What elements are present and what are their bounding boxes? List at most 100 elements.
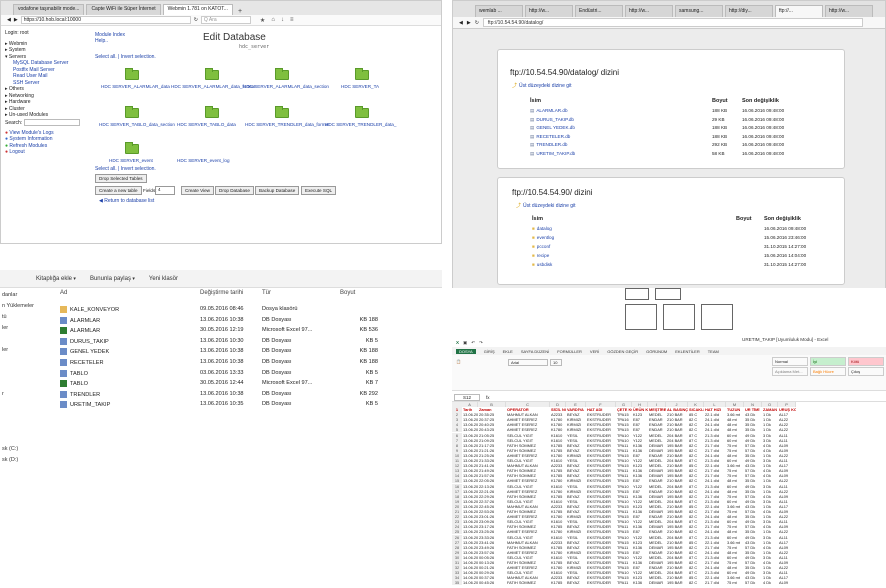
nav-item[interactable] — [2, 433, 46, 444]
layout-thumbnail[interactable] — [655, 288, 681, 300]
forward-icon[interactable]: ▶ — [467, 20, 471, 26]
style-explanatory[interactable]: Açıklama Met... — [772, 367, 808, 376]
ftp-file-link[interactable]: ALARMLAR.db — [530, 108, 567, 114]
parent-dir-link[interactable]: Üst düzeydeki dizine git — [516, 202, 576, 209]
nav-item[interactable] — [2, 411, 46, 422]
cell[interactable]: 195 BAR — [667, 580, 688, 585]
create-table-button[interactable]: Create a new table — [95, 186, 142, 195]
table-folder-icon[interactable] — [125, 142, 139, 154]
spreadsheet-grid[interactable]: A B C D E F G H I J K L M N O P 1 Tarih Zaman OPERATOR SİCİL… — [452, 402, 886, 588]
table-folder-icon[interactable] — [275, 68, 289, 80]
cell[interactable]: TPA11 — [617, 580, 632, 585]
table-link[interactable]: HDC SERVER_ALARMLAR_data_section — [243, 84, 329, 89]
add-to-library-button[interactable]: Kitaplığa ekle — [36, 276, 76, 282]
ftp-file-link[interactable]: DURUS_TAKIP.db — [530, 117, 574, 123]
home-icon[interactable]: ⌂ — [271, 17, 275, 24]
font-name-select[interactable]: Arial — [508, 359, 548, 366]
file-row[interactable]: TABLO — [60, 369, 440, 377]
search-input[interactable]: Q Ara — [200, 16, 251, 24]
forward-icon[interactable]: ▶ — [14, 17, 18, 23]
select-all-link[interactable]: Select all. | Invert selection. — [95, 54, 156, 60]
cell[interactable]: 82 C — [689, 580, 704, 585]
file-row[interactable]: GENEL YEDEK — [60, 348, 440, 356]
table-folder-icon[interactable] — [205, 68, 219, 80]
ribbon-tab[interactable]: VERİ — [590, 349, 599, 354]
browser-tab-active[interactable]: ftp://... — [775, 5, 823, 17]
table-link[interactable]: HDC SERVER_TRENDLER_data_ — [325, 122, 396, 127]
col-name-header[interactable]: Ad — [60, 290, 67, 296]
new-folder-button[interactable]: Yeni klasör — [149, 276, 178, 282]
nav-item[interactable]: tü — [2, 312, 46, 323]
back-icon[interactable]: ◀ — [7, 17, 11, 23]
nav-item[interactable]: ler — [2, 345, 46, 356]
return-link[interactable]: ◀ Return to database list — [99, 198, 154, 204]
nav-item[interactable]: danlar — [2, 290, 46, 301]
image-thumbnail-icon[interactable] — [701, 304, 733, 330]
table-link[interactable]: HDC SERVER_TA — [341, 84, 379, 89]
cell[interactable]: K1785 — [551, 580, 566, 585]
file-row[interactable]: ALARMLAR — [60, 316, 440, 324]
ftp-dir-link[interactable]: usbdisk — [532, 262, 553, 267]
table-link[interactable]: HDC SERVER_ALARMLAR_data — [101, 84, 170, 89]
browser-tab[interactable]: http://w... — [825, 5, 873, 17]
star-icon[interactable]: ★ — [260, 17, 265, 24]
nav-item[interactable]: ler — [2, 323, 46, 334]
table-link[interactable]: HDC SERVER_event_log — [177, 158, 230, 163]
browser-tab-active[interactable]: Webmin 1.781 on KATOT... — [162, 4, 233, 15]
col-type-header[interactable]: Tür — [262, 290, 271, 296]
col-date-header[interactable]: Değiştirme tarihi — [200, 290, 243, 296]
cell[interactable]: 21.7 d/d — [705, 580, 726, 585]
ribbon-tab[interactable]: FORMÜLLER — [557, 349, 582, 354]
nav-item[interactable]: n Yüklemeler — [2, 301, 46, 312]
col-size-header[interactable]: Boyut — [340, 290, 355, 296]
cell[interactable]: EKSTRUDER — [587, 580, 616, 585]
file-row[interactable]: ALARMLAR — [60, 327, 440, 335]
table-link[interactable]: HDC SERVER_TABLO_data — [177, 122, 236, 127]
reload-icon[interactable]: ↻ — [475, 20, 479, 26]
create-view-button[interactable]: Create View — [181, 186, 214, 195]
logout-link[interactable]: ● Logout — [5, 149, 87, 156]
drop-database-button[interactable]: Drop Database — [215, 186, 254, 195]
ftp-file-link[interactable]: URETIM_TAKIP.db — [530, 151, 575, 157]
image-thumbnail-icon[interactable] — [625, 304, 657, 330]
table-folder-icon[interactable] — [275, 106, 289, 118]
ribbon-tab[interactable]: GÖRÜNÜM — [646, 349, 667, 354]
row-number[interactable]: 35 — [452, 580, 462, 586]
cell[interactable]: DEMAR — [649, 580, 666, 585]
ftp-file-link[interactable]: GENEL YEDEK.db — [530, 125, 575, 131]
help-link[interactable]: Help.. — [95, 38, 108, 44]
cell[interactable]: AL09 — [779, 580, 796, 585]
nav-item[interactable] — [2, 422, 46, 433]
table-link[interactable]: HDC SERVER_TRENDLER_data_format — [245, 122, 329, 127]
table-folder-icon[interactable] — [355, 68, 369, 80]
parent-dir-link[interactable]: Üst düzeydeki dizine git — [512, 82, 572, 89]
fields-input[interactable]: 4 — [155, 186, 175, 195]
ribbon-tab[interactable]: GÖZDEN GEÇİR — [607, 349, 638, 354]
browser-tab[interactable]: http://w... — [625, 5, 673, 17]
file-row[interactable]: DURUS_TAKIP — [60, 337, 440, 345]
save-icon[interactable]: ▣ — [463, 340, 467, 346]
nav-item[interactable] — [2, 334, 46, 345]
download-icon[interactable]: ↓ — [281, 17, 284, 24]
cell[interactable]: 57 Dk — [745, 580, 762, 585]
table-folder-icon[interactable] — [205, 106, 219, 118]
select-all-link-bottom[interactable]: Select all. | Invert selection. — [95, 166, 156, 172]
name-box[interactable]: S12 — [454, 393, 481, 401]
file-row[interactable]: TRENDLER — [60, 390, 440, 398]
style-linked[interactable]: Bağlı Hücre — [810, 367, 846, 376]
style-output[interactable]: Çıkış — [848, 367, 884, 376]
font-size-select[interactable]: 10 — [550, 359, 562, 366]
ribbon-tab[interactable]: TEAM — [708, 349, 719, 354]
ribbon-tab[interactable]: EKLENTİLER — [675, 349, 699, 354]
reload-icon[interactable]: ↻ — [194, 17, 198, 23]
layout-thumbnail[interactable] — [625, 288, 649, 300]
back-icon[interactable]: ◀ — [459, 20, 463, 26]
table-folder-icon[interactable] — [125, 68, 139, 80]
table-folder-icon[interactable] — [355, 106, 369, 118]
nav-item[interactable]: sk (D:) — [2, 455, 46, 466]
ftp-dir-link[interactable]: datalog — [532, 226, 552, 231]
ribbon-tab[interactable]: SAYFA DÜZENİ — [521, 349, 549, 354]
nav-item[interactable] — [2, 356, 46, 367]
browser-tab[interactable]: samsung... — [675, 5, 723, 17]
style-normal[interactable]: Normal — [772, 357, 808, 366]
